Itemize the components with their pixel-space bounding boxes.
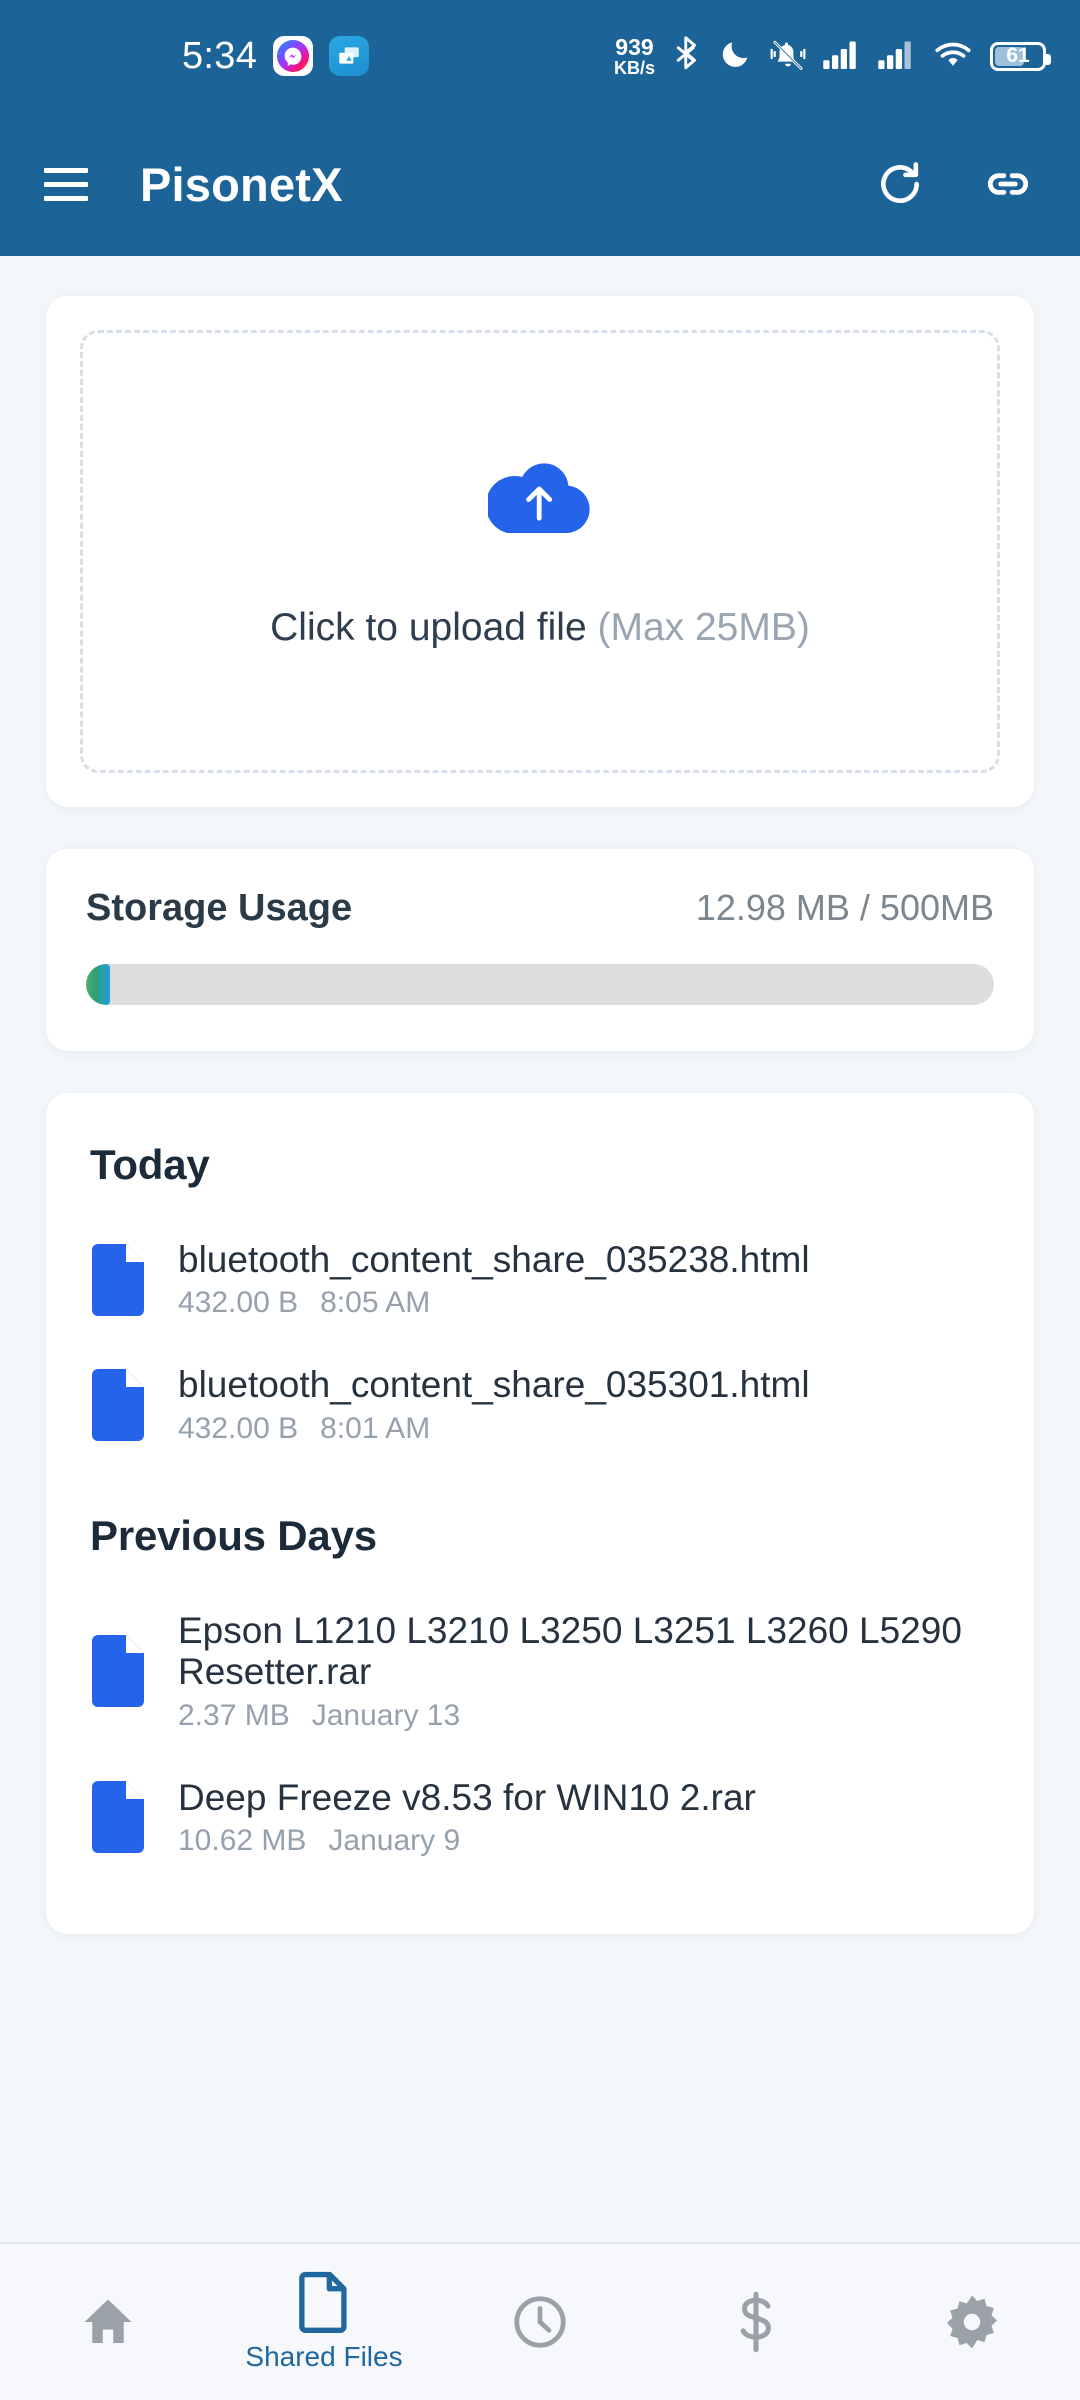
link-icon[interactable] <box>980 156 1036 212</box>
file-info: Epson L1210 L3210 L3250 L3251 L3260 L529… <box>178 1610 990 1733</box>
file-size: 432.00 B <box>178 1286 299 1320</box>
storage-progress-fill <box>86 964 110 1005</box>
refresh-icon[interactable] <box>872 156 928 212</box>
upload-dropzone[interactable]: Click to upload file (Max 25MB) <box>80 330 1000 773</box>
nav-item-label: Shared Files <box>245 2341 403 2372</box>
phone-screen: 5:34 939 KB/s 61 PisonetX Click to uploa… <box>0 0 1080 2400</box>
signal-bars-sim2-icon <box>878 39 916 74</box>
screen-cast-icon <box>329 36 370 76</box>
main-content: Click to upload file (Max 25MB) Storage … <box>0 256 1080 2242</box>
upload-card: Click to upload file (Max 25MB) <box>46 296 1034 807</box>
nav-item-document[interactable]: Shared Files <box>216 2244 432 2400</box>
upload-label-row: Click to upload file (Max 25MB) <box>270 606 810 650</box>
page-title: PisonetX <box>140 157 343 211</box>
app-bar: PisonetX <box>0 112 1080 256</box>
file-icon-glyph <box>92 1635 144 1708</box>
nav-item-dollar[interactable] <box>648 2244 864 2400</box>
clock-icon <box>510 2291 570 2353</box>
dollar-icon <box>731 2291 781 2353</box>
gear-icon <box>942 2291 1002 2353</box>
network-speed-value: 939 <box>615 33 654 60</box>
battery-indicator: 61 <box>990 41 1051 71</box>
bottom-navigation: Shared Files <box>0 2242 1080 2400</box>
storage-header-row: Storage Usage 12.98 MB / 500MB <box>86 887 994 930</box>
app-bar-actions <box>872 156 1036 212</box>
file-info: Deep Freeze v8.53 for WIN10 2.rar 10.62 M… <box>178 1777 990 1858</box>
status-bar: 5:34 939 KB/s 61 <box>0 0 1080 112</box>
file-list: Epson L1210 L3210 L3250 L3251 L3260 L529… <box>90 1586 990 1878</box>
file-info: bluetooth_content_share_035238.html 432.0… <box>178 1239 990 1320</box>
file-meta: 10.62 MB January 9 <box>178 1824 990 1858</box>
document-icon <box>297 2271 351 2333</box>
file-icon-glyph <box>92 1243 144 1316</box>
mute-bell-icon <box>770 37 806 76</box>
file-timestamp: 8:05 AM <box>320 1286 431 1320</box>
signal-bars-sim1-icon <box>823 39 861 74</box>
status-clock: 5:34 <box>182 34 258 77</box>
upload-label: Click to upload file <box>270 606 587 649</box>
battery-percent-label: 61 <box>1006 44 1030 67</box>
nav-item-clock[interactable] <box>432 2244 648 2400</box>
nav-item-gear[interactable] <box>864 2244 1080 2400</box>
network-speed-unit: KB/s <box>613 57 655 78</box>
file-size: 10.62 MB <box>178 1824 307 1858</box>
file-name: bluetooth_content_share_035301.html <box>178 1364 810 1406</box>
storage-value: 12.98 MB / 500MB <box>695 887 994 928</box>
file-timestamp: January 9 <box>328 1824 461 1858</box>
file-row[interactable]: bluetooth_content_share_035238.html 432.0… <box>90 1215 990 1340</box>
file-name: bluetooth_content_share_035238.html <box>178 1239 810 1280</box>
file-name: Deep Freeze v8.53 for WIN10 2.rar <box>178 1776 756 1818</box>
bluetooth-icon <box>672 35 702 78</box>
file-icon <box>90 1635 152 1708</box>
file-size: 432.00 B <box>178 1411 299 1445</box>
file-icon <box>90 1243 152 1316</box>
file-icon <box>90 1781 152 1854</box>
shared-files-card: Today bluetooth_content_share_035238.html… <box>46 1093 1034 1935</box>
file-meta: 432.00 B 8:01 AM <box>178 1412 990 1446</box>
file-icon-glyph <box>92 1369 144 1442</box>
file-timestamp: January 13 <box>311 1698 461 1732</box>
wifi-icon <box>933 38 973 75</box>
file-info: bluetooth_content_share_035301.html 432.0… <box>178 1364 990 1445</box>
status-bar-left: 5:34 <box>182 34 370 78</box>
home-icon <box>78 2291 138 2353</box>
hamburger-menu-icon[interactable] <box>44 167 88 201</box>
file-row[interactable]: Deep Freeze v8.53 for WIN10 2.rar 10.62 M… <box>90 1753 990 1878</box>
messenger-icon <box>273 36 314 76</box>
file-size: 2.37 MB <box>178 1698 290 1732</box>
file-row[interactable]: bluetooth_content_share_035301.html 432.0… <box>90 1340 990 1465</box>
file-groups: Today bluetooth_content_share_035238.html… <box>90 1141 990 1878</box>
file-list: bluetooth_content_share_035238.html 432.0… <box>90 1215 990 1466</box>
upload-limit-label: (Max 25MB) <box>597 606 810 649</box>
do-not-disturb-moon-icon <box>719 37 753 76</box>
file-group-title: Previous Days <box>90 1511 377 1559</box>
file-icon <box>90 1369 152 1442</box>
file-group-title: Today <box>90 1141 210 1188</box>
file-timestamp: 8:01 AM <box>320 1411 431 1445</box>
network-speed-indicator: 939 KB/s <box>613 33 655 78</box>
status-bar-right: 939 KB/s 61 <box>613 33 1051 78</box>
file-row[interactable]: Epson L1210 L3210 L3250 L3251 L3260 L529… <box>90 1586 990 1753</box>
storage-title: Storage Usage <box>86 887 353 929</box>
file-icon-glyph <box>92 1781 144 1854</box>
file-meta: 2.37 MB January 13 <box>178 1699 990 1733</box>
storage-usage-card: Storage Usage 12.98 MB / 500MB <box>46 849 1034 1051</box>
storage-progress-bar <box>86 964 994 1005</box>
cloud-upload-icon <box>485 453 592 540</box>
file-name: Epson L1210 L3210 L3250 L3251 L3260 L529… <box>178 1609 962 1693</box>
nav-item-home[interactable] <box>0 2244 216 2400</box>
file-meta: 432.00 B 8:05 AM <box>178 1286 990 1320</box>
